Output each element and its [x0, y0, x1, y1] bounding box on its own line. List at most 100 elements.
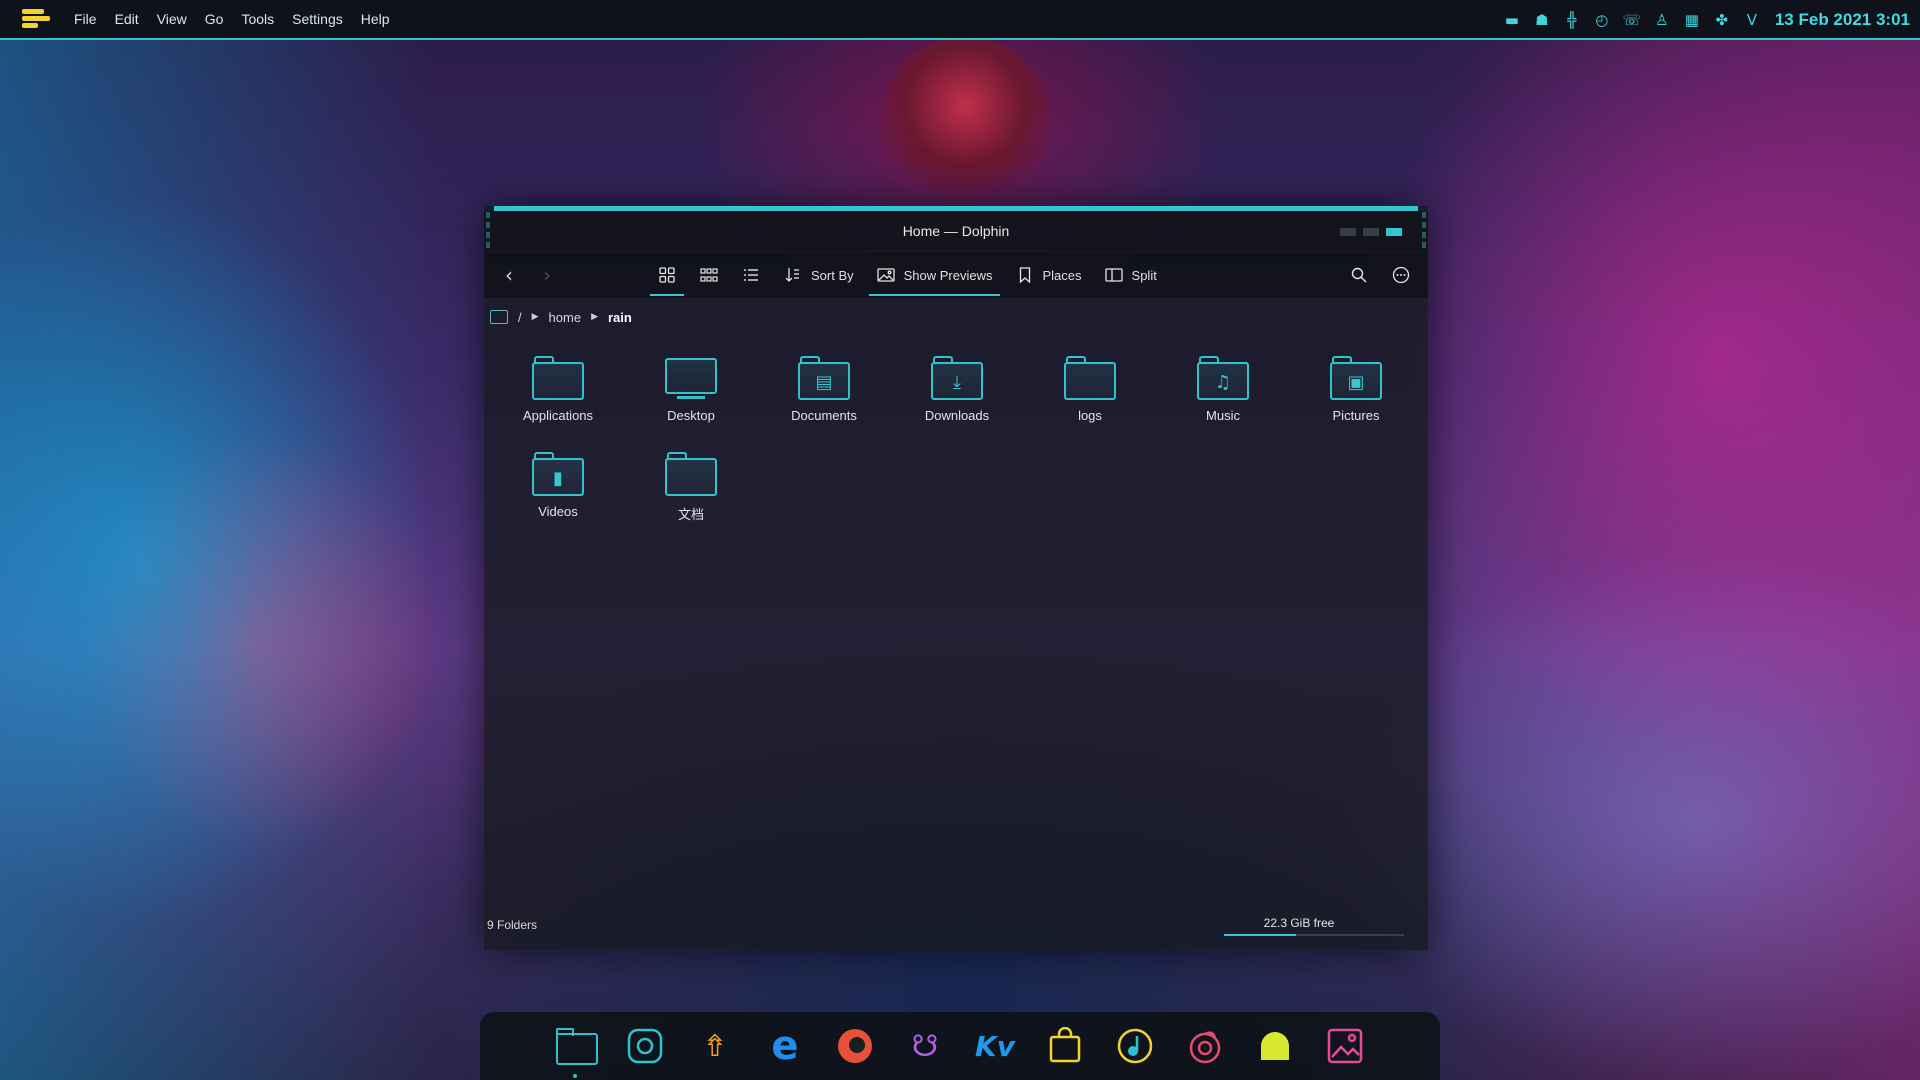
breadcrumb-arrow-icon[interactable]: ▶	[532, 312, 539, 322]
split-button[interactable]: Split	[1093, 252, 1168, 298]
folder-documents-icon: ▤	[798, 356, 850, 400]
image-viewer-app-icon[interactable]	[1322, 1023, 1368, 1069]
file-name: 文档	[677, 508, 704, 523]
toolbar: ‹ › Sort By Show Previews Places Split	[484, 252, 1428, 298]
places-button[interactable]: Places	[1004, 252, 1093, 298]
file-item[interactable]: ♫ Music	[1163, 356, 1283, 442]
minimize-button[interactable]	[1340, 228, 1356, 236]
chevron-right-icon: ›	[543, 263, 551, 287]
forward-button[interactable]: ›	[530, 252, 564, 298]
file-item[interactable]: Desktop	[631, 356, 751, 442]
file-name: Downloads	[924, 408, 990, 423]
more-menu-button[interactable]	[1380, 252, 1422, 298]
files-app-icon[interactable]	[552, 1023, 598, 1078]
launcher-app-icon[interactable]: ⇮	[692, 1023, 738, 1069]
dock: ⇮ e ☋ Kv	[480, 1012, 1440, 1080]
file-item[interactable]: 文档	[631, 452, 751, 538]
show-previews-label: Show Previews	[903, 267, 993, 283]
free-space-track	[1224, 934, 1404, 936]
folder-icon	[532, 356, 584, 400]
breadcrumb-arrow-icon[interactable]: ▶	[591, 312, 598, 322]
breadcrumb-current[interactable]: rain	[608, 310, 632, 325]
menu-go[interactable]: Go	[205, 11, 224, 27]
desktop-icon	[665, 356, 717, 400]
back-button[interactable]: ‹	[492, 252, 526, 298]
window-title: Home — Dolphin	[902, 223, 1010, 239]
breadcrumb-root[interactable]: /	[518, 310, 522, 325]
sort-by-label: Sort By	[811, 267, 854, 283]
folder-count: 9 Folders	[487, 918, 538, 932]
bell-icon[interactable]: ♙	[1653, 11, 1671, 29]
file-name: Pictures	[1332, 408, 1380, 423]
compact-view-button[interactable]	[688, 252, 730, 298]
free-space-indicator[interactable]: 22.3 GiB free	[1224, 912, 1404, 938]
chevron-left-icon: ‹	[505, 263, 513, 287]
file-name: Music	[1206, 408, 1240, 423]
menu-edit[interactable]: Edit	[115, 11, 139, 27]
sort-by-button[interactable]: Sort By	[772, 252, 865, 298]
folder-videos-icon: ▮	[532, 452, 584, 496]
split-label: Split	[1131, 267, 1157, 283]
folder-pictures-icon: ▣	[1330, 356, 1382, 400]
app-launcher-logo-icon[interactable]	[22, 9, 50, 29]
titlebar[interactable]: Home — Dolphin	[484, 211, 1428, 251]
image-icon	[876, 265, 896, 285]
media-app-icon[interactable]	[1182, 1023, 1228, 1069]
bluetooth-icon[interactable]: ✤	[1713, 11, 1731, 29]
browser-app-icon[interactable]: e	[762, 1023, 808, 1069]
icons-view-button[interactable]	[646, 252, 688, 298]
file-item[interactable]: ▣ Pictures	[1296, 356, 1416, 442]
file-name: Videos	[538, 504, 578, 519]
github-app-icon[interactable]: ☋	[902, 1023, 948, 1069]
wallpaper-right-glow	[1360, 40, 1920, 1080]
menu-help[interactable]: Help	[361, 11, 390, 27]
clock-icon[interactable]: ◴	[1593, 11, 1611, 29]
window-controls	[1333, 228, 1402, 236]
helmet-icon[interactable]: ☗	[1533, 11, 1551, 29]
search-button[interactable]	[1338, 252, 1380, 298]
split-icon	[1104, 265, 1124, 285]
settings-app-icon[interactable]	[622, 1023, 668, 1069]
places-folder-icon[interactable]	[490, 310, 508, 324]
network-activity-icon[interactable]: ╬	[1563, 11, 1581, 29]
v-icon[interactable]: V	[1743, 11, 1761, 29]
breadcrumb-home[interactable]: home	[549, 310, 582, 325]
wallpaper-left-glow	[0, 40, 480, 1080]
file-name: Desktop	[667, 408, 715, 423]
file-item[interactable]: ▤ Documents	[764, 356, 884, 442]
breadcrumb: / ▶ home ▶ rain	[490, 302, 632, 332]
file-item[interactable]: Applications	[498, 356, 618, 442]
keyboard-icon[interactable]: ▦	[1683, 11, 1701, 29]
details-view-button[interactable]	[730, 252, 772, 298]
system-tray: ▬ ☗ ╬ ◴ ☏ ♙ ▦ ✤ V 13 Feb 2021 3:01	[1491, 0, 1920, 40]
wallpaper-figure	[880, 38, 1050, 208]
phone-icon[interactable]: ☏	[1622, 11, 1641, 29]
folder-icon	[665, 452, 717, 496]
file-name: logs	[1078, 408, 1102, 423]
clock[interactable]: 13 Feb 2021 3:01	[1775, 10, 1910, 30]
file-item[interactable]: logs	[1030, 356, 1150, 442]
chat-app-icon[interactable]	[1252, 1023, 1298, 1069]
music-app-icon[interactable]	[1112, 1023, 1158, 1069]
folder-music-icon: ♫	[1197, 356, 1249, 400]
show-previews-button[interactable]: Show Previews	[865, 252, 1004, 298]
kv-app-icon[interactable]: Kv	[972, 1023, 1018, 1069]
search-icon	[1349, 265, 1369, 285]
menu-tools[interactable]: Tools	[241, 11, 274, 27]
file-item[interactable]: ⤓ Downloads	[897, 356, 1017, 442]
firefox-app-icon[interactable]	[832, 1023, 878, 1069]
file-name: Documents	[791, 408, 857, 423]
free-space-fill	[1224, 934, 1296, 936]
menu-settings[interactable]: Settings	[292, 11, 343, 27]
screen-icon[interactable]: ▬	[1503, 11, 1521, 29]
store-app-icon[interactable]	[1042, 1023, 1088, 1069]
details-view-icon	[741, 265, 761, 285]
close-button[interactable]	[1386, 228, 1402, 236]
more-icon	[1391, 265, 1411, 285]
maximize-button[interactable]	[1363, 228, 1379, 236]
folder-icon	[1064, 356, 1116, 400]
menu-file[interactable]: File	[74, 11, 97, 27]
menu-view[interactable]: View	[157, 11, 187, 27]
file-item[interactable]: ▮ Videos	[498, 452, 618, 538]
bookmark-icon	[1015, 265, 1035, 285]
